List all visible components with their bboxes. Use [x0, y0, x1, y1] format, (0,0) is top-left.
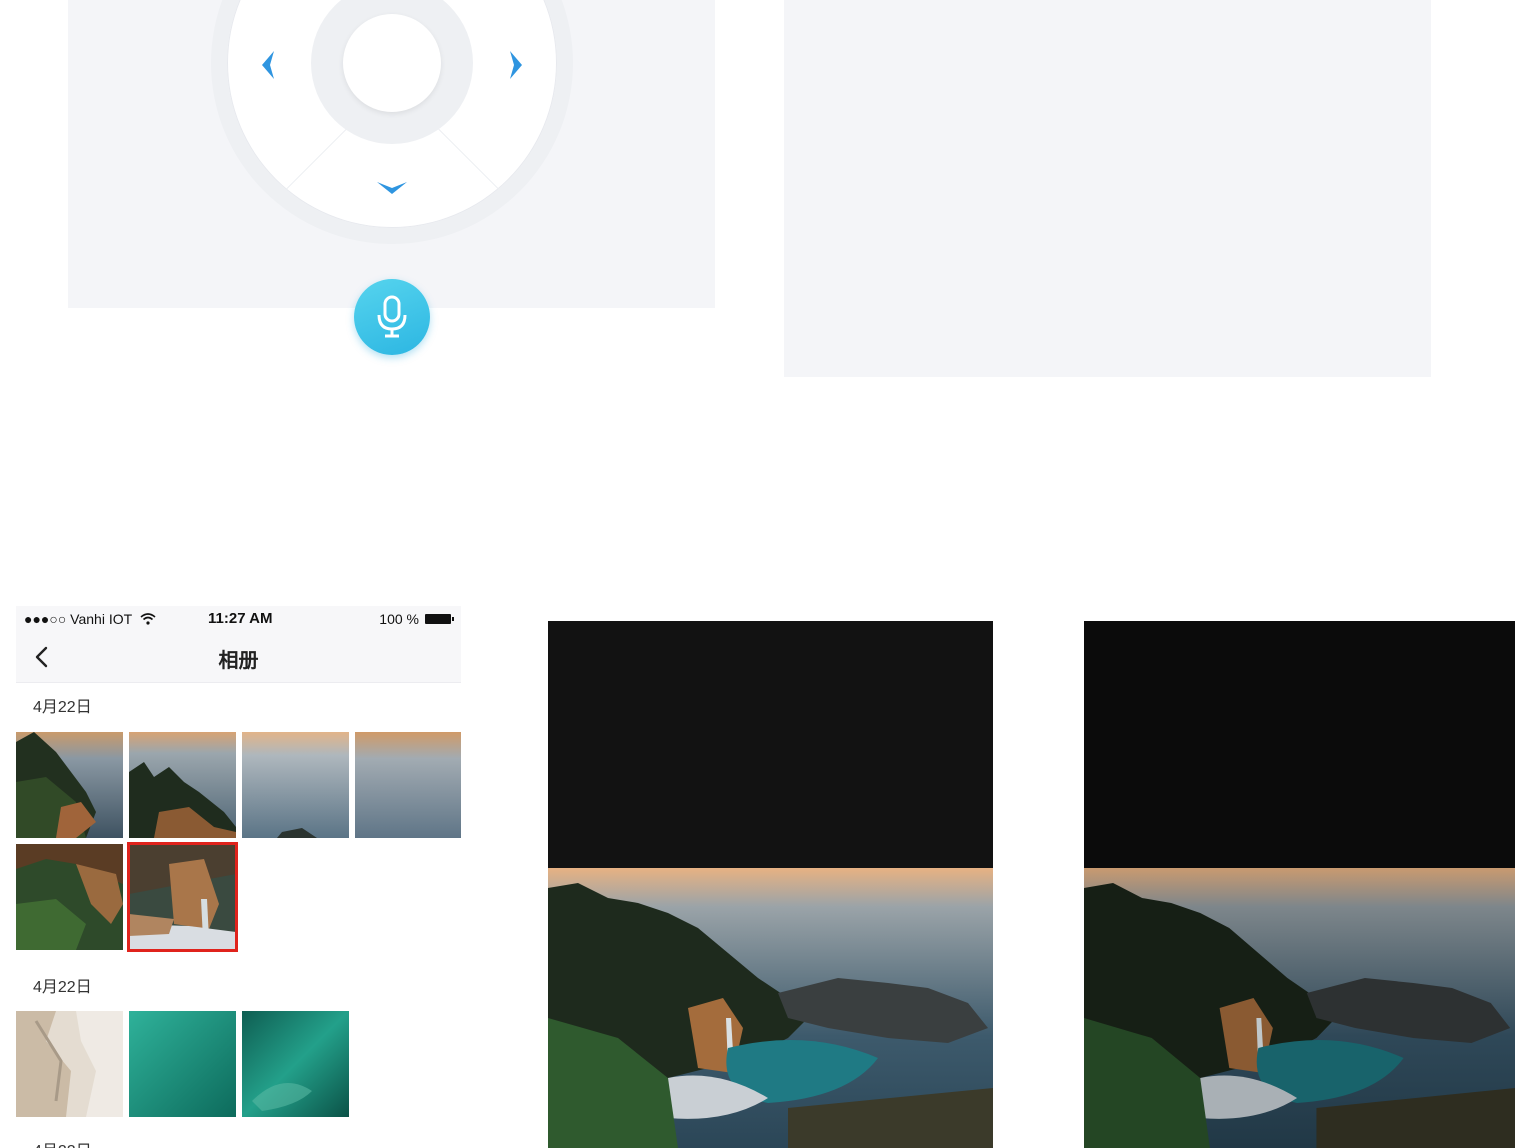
status-time: 11:27 AM: [208, 610, 273, 627]
blank-panel: [784, 0, 1431, 377]
photo-thumbnail-selected[interactable]: [127, 842, 238, 952]
photo-thumbnail[interactable]: [16, 1011, 123, 1117]
photo-thumbnail[interactable]: [16, 732, 123, 838]
chevron-right-icon[interactable]: [506, 48, 528, 82]
preview-background: [548, 621, 993, 868]
section-date: 4月22日: [33, 699, 92, 716]
album-screen: ●●●○○ Vanhi IOT 11:27 AM 100 % 相册 4月22日: [16, 606, 461, 1148]
landscape-photo[interactable]: [1084, 868, 1515, 1148]
wifi-icon: [140, 613, 156, 625]
photo-preview-1: [548, 621, 993, 1148]
photo-thumbnail[interactable]: [129, 1011, 236, 1117]
status-bar: ●●●○○ Vanhi IOT 11:27 AM 100 %: [16, 606, 461, 632]
photo-thumbnail[interactable]: [355, 732, 461, 838]
carrier-label: ●●●○○ Vanhi IOT: [24, 611, 156, 627]
section-date: 4月22日: [33, 1137, 92, 1148]
chevron-left-icon[interactable]: [256, 48, 278, 82]
voice-button[interactable]: [354, 279, 430, 355]
photo-thumbnail[interactable]: [16, 844, 123, 950]
chevron-down-icon[interactable]: [374, 178, 410, 200]
battery-icon: [425, 614, 454, 624]
page-title: 相册: [218, 650, 259, 672]
nav-bar: 相册: [16, 632, 461, 683]
photo-thumbnail[interactable]: [129, 732, 236, 838]
photo-preview-2: [1084, 621, 1515, 1148]
section-date: 4月22日: [33, 979, 92, 996]
photo-thumbnail[interactable]: [242, 732, 349, 838]
photo-thumbnail[interactable]: [242, 1011, 349, 1117]
preview-background: [1084, 621, 1515, 868]
microphone-icon: [377, 295, 407, 338]
battery-status: 100 %: [379, 611, 454, 627]
landscape-photo[interactable]: [548, 868, 993, 1148]
dpad-ok-button[interactable]: [343, 14, 441, 112]
battery-percent: 100 %: [379, 611, 419, 627]
